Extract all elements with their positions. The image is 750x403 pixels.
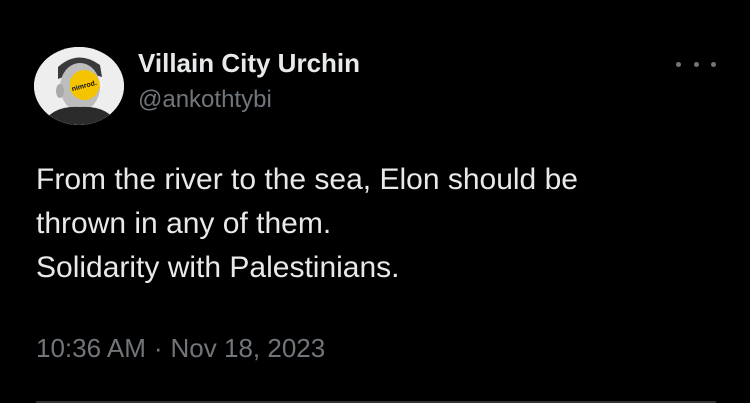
meta-separator: · xyxy=(153,333,163,363)
avatar[interactable]: nimrod. xyxy=(34,47,124,125)
tweet-text-line: From the river to the sea, Elon should b… xyxy=(36,163,578,196)
tweet-date: Nov 18, 2023 xyxy=(170,333,326,363)
more-options-button[interactable] xyxy=(676,52,716,76)
tweet-text: From the river to the sea, Elon should b… xyxy=(36,158,726,290)
tweet-text-line: Solidarity with Palestinians. xyxy=(36,251,400,284)
more-horizontal-icon xyxy=(711,61,716,67)
display-name[interactable]: Villain City Urchin xyxy=(138,48,360,79)
tweet-timestamp[interactable]: 10:36 AM · Nov 18, 2023 xyxy=(36,333,325,364)
tweet-time: 10:36 AM xyxy=(36,333,146,363)
tweet-text-line: thrown in any of them. xyxy=(36,207,332,240)
tweet: nimrod. Villain City Urchin @ankothtybi … xyxy=(0,0,750,403)
more-horizontal-icon xyxy=(676,61,681,67)
user-handle[interactable]: @ankothtybi xyxy=(138,86,272,114)
more-horizontal-icon xyxy=(693,61,699,67)
avatar-image: nimrod. xyxy=(34,47,124,125)
